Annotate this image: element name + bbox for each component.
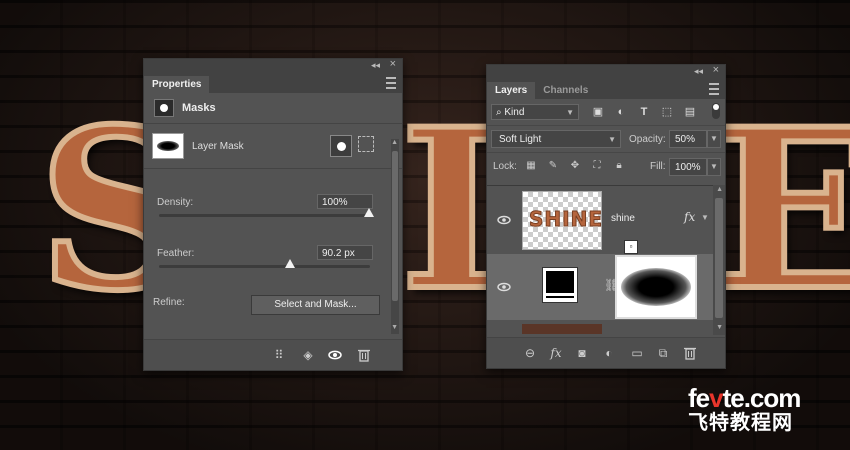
lock-position-icon[interactable]: ✥ — [569, 160, 581, 172]
thumbnail-text: SHINE — [529, 207, 603, 232]
lock-all-icon[interactable]: 🔒︎ — [613, 160, 625, 172]
add-pixel-mask-button[interactable] — [330, 135, 352, 157]
feather-slider[interactable] — [159, 259, 370, 268]
lock-label: Lock: — [493, 161, 517, 172]
properties-footer: ⠿ ◈ — [144, 339, 402, 370]
layer-list: SHINE ▫ shine fx ▼ ⛓ — [487, 185, 713, 336]
filter-toggle[interactable] — [712, 103, 720, 119]
smart-object-badge-icon: ▫ — [624, 240, 638, 254]
blend-mode-select[interactable]: Soft Light ▼ — [491, 130, 621, 148]
opacity-dropdown-arrow[interactable]: ▼ — [707, 130, 721, 148]
filter-adjustment-icon[interactable]: ◐ — [614, 105, 628, 119]
layer-thumbnail: SHINE ▫ — [522, 191, 638, 254]
feather-slider-knob[interactable] — [285, 259, 295, 268]
properties-panel: ◂◂ × Properties Masks Layer Mask ▲ ▼ Den… — [143, 58, 403, 371]
panel-titlebar[interactable]: ◂◂ × — [144, 58, 402, 73]
feather-label: Feather: — [157, 248, 195, 259]
layer-filter-row: ⌕ Kind ▼ ▣ ◐ T ⬚ ▤ — [487, 99, 725, 125]
layers-panel: ◂◂ × Layers Channels ⌕ Kind ▼ ▣ ◐ T ⬚ ▤ … — [486, 64, 726, 369]
scroll-up-arrow[interactable]: ▲ — [716, 186, 723, 193]
watermark-url: fevte.com — [688, 383, 801, 413]
new-group-icon[interactable]: ▭ — [630, 346, 644, 360]
layer-mask-row: Layer Mask — [144, 124, 402, 169]
masks-title: Masks — [182, 102, 216, 114]
mask-icon — [154, 99, 174, 117]
scroll-up-arrow[interactable]: ▲ — [391, 139, 398, 146]
collapse-icon[interactable]: ◂◂ — [694, 66, 703, 77]
apply-mask-icon[interactable]: ◈ — [301, 348, 315, 362]
layer-mask-thumbnail — [152, 133, 184, 159]
fill-label: Fill: — [650, 161, 666, 172]
layer-mask-label: Layer Mask — [192, 140, 244, 152]
lock-artboard-icon[interactable]: ⛶ — [591, 160, 603, 172]
delete-mask-icon[interactable] — [357, 348, 371, 362]
canvas-letter-e: E — [709, 80, 850, 339]
layer-name[interactable]: shine — [611, 213, 635, 224]
filter-shape-icon[interactable]: ⬚ — [660, 105, 674, 119]
lock-transparent-icon[interactable]: ▦ — [525, 160, 537, 172]
layers-footer: ⊖ fx ◙ ◐ ▭ ⧉ — [487, 337, 725, 368]
density-slider-knob[interactable] — [364, 208, 374, 217]
filter-kind-select[interactable]: ⌕ Kind ▼ — [491, 104, 579, 120]
panel-titlebar[interactable]: ◂◂ × — [487, 64, 725, 79]
filter-type-icon[interactable]: T — [637, 105, 651, 119]
site-watermark: fevte.com 飞特教程网 — [688, 384, 838, 434]
close-icon[interactable]: × — [713, 64, 719, 76]
tab-properties[interactable]: Properties — [144, 76, 210, 93]
panel-menu-icon[interactable] — [386, 77, 396, 89]
chevron-down-icon: ▼ — [566, 108, 574, 117]
blend-mode-value: Soft Light — [499, 134, 542, 145]
masks-header: Masks — [144, 93, 402, 124]
scrollbar-thumb[interactable] — [715, 198, 723, 318]
close-icon[interactable]: × — [390, 58, 396, 70]
properties-scrollbar[interactable] — [391, 139, 399, 334]
layer-row-adjustment[interactable]: ⛓ — [487, 254, 713, 320]
feather-input[interactable]: 90.2 px — [317, 245, 373, 260]
link-layers-icon[interactable]: ⊖ — [523, 346, 537, 360]
visibility-eye-icon[interactable] — [497, 282, 511, 292]
tab-channels[interactable]: Channels — [535, 82, 596, 99]
lock-image-icon[interactable]: ✎ — [547, 160, 559, 172]
visibility-eye-icon[interactable] — [497, 215, 511, 225]
new-layer-icon[interactable]: ⧉ — [656, 346, 670, 360]
collapse-icon[interactable]: ◂◂ — [371, 60, 380, 71]
density-slider[interactable] — [159, 208, 374, 217]
scroll-down-arrow[interactable]: ▼ — [716, 324, 723, 331]
add-mask-icon[interactable]: ◙ — [575, 346, 589, 360]
fill-input[interactable]: 100% — [669, 158, 707, 176]
expand-effects-icon[interactable]: ▼ — [701, 213, 709, 222]
fill-dropdown-arrow[interactable]: ▼ — [707, 158, 721, 176]
opacity-input[interactable]: 50% — [669, 130, 707, 148]
layer-row-shine[interactable]: SHINE ▫ shine fx ▼ — [487, 186, 713, 254]
scrollbar-thumb[interactable] — [392, 151, 398, 301]
select-and-mask-button[interactable]: Select and Mask... — [251, 295, 380, 315]
scroll-down-arrow[interactable]: ▼ — [391, 324, 398, 331]
density-label: Density: — [157, 197, 194, 208]
add-layer-style-icon[interactable]: fx — [549, 346, 563, 360]
refine-label: Refine: — [153, 297, 185, 308]
panel-tab-row: Properties — [144, 73, 402, 93]
layer-mask-thumbnail[interactable] — [615, 255, 697, 319]
filter-smart-object-icon[interactable]: ▤ — [683, 105, 697, 119]
layers-scrollbar[interactable]: ▲ ▼ — [713, 185, 725, 335]
adjustment-thumbnail[interactable] — [542, 267, 578, 303]
new-adjustment-layer-icon[interactable]: ◐ — [602, 346, 616, 360]
watermark-chinese: 飞特教程网 — [688, 412, 793, 434]
toggle-mask-visibility-icon[interactable] — [328, 348, 342, 362]
next-layer-thumbnail — [522, 324, 602, 334]
delete-layer-icon[interactable] — [683, 346, 697, 360]
layer-effects-icon[interactable]: fx — [684, 210, 695, 224]
add-vector-mask-button[interactable] — [358, 136, 374, 152]
panel-menu-icon[interactable] — [709, 83, 719, 95]
lock-row: Lock: ▦ ✎ ✥ ⛶ 🔒︎ Fill: 100% ▼ — [487, 152, 725, 181]
filter-kind-value: Kind — [504, 107, 525, 118]
chevron-down-icon: ▼ — [608, 135, 616, 144]
load-selection-icon[interactable]: ⠿ — [272, 348, 286, 362]
blend-row: Soft Light ▼ Opacity: 50% ▼ — [487, 125, 725, 152]
density-input[interactable]: 100% — [317, 194, 373, 209]
tab-layers[interactable]: Layers — [487, 82, 536, 99]
opacity-label: Opacity: — [629, 134, 666, 145]
filter-pixel-icon[interactable]: ▣ — [591, 105, 605, 119]
panel-tab-row: Layers Channels — [487, 79, 725, 99]
